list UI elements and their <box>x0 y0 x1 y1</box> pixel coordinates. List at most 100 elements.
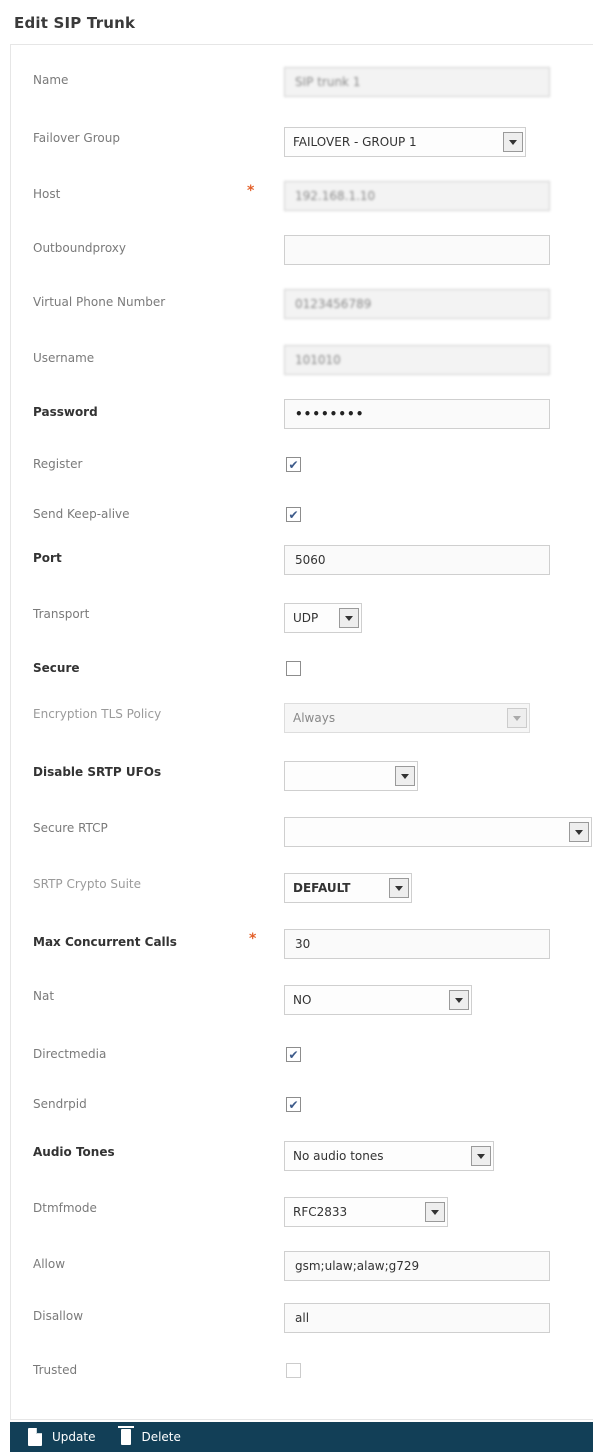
row-max-calls: Max Concurrent Calls * 30 <box>11 929 593 969</box>
virtual-phone-input[interactable]: 0123456789 <box>284 289 550 319</box>
directmedia-checkbox[interactable]: ✔ <box>286 1047 301 1062</box>
row-trusted: Trusted <box>11 1357 593 1397</box>
row-nat: Nat NO <box>11 983 593 1023</box>
max-calls-label: Max Concurrent Calls <box>33 935 177 949</box>
send-keep-alive-checkbox[interactable]: ✔ <box>286 507 301 522</box>
register-label: Register <box>33 457 83 471</box>
row-virtual-phone: Virtual Phone Number 0123456789 <box>11 289 593 329</box>
row-encryption-policy: Encryption TLS Policy Always <box>11 701 593 741</box>
host-input[interactable]: 192.168.1.10 <box>284 181 550 211</box>
nat-label: Nat <box>33 989 55 1003</box>
row-send-keep-alive: Send Keep-alive ✔ <box>11 501 593 541</box>
transport-label: Transport <box>33 607 90 621</box>
register-checkbox[interactable]: ✔ <box>286 457 301 472</box>
failover-group-select[interactable]: FAILOVER - GROUP 1 <box>284 127 526 157</box>
row-allow: Allow gsm;ulaw;alaw;g729 <box>11 1251 593 1291</box>
row-password: Password •••••••• <box>11 399 593 439</box>
row-sendrpid: Sendrpid ✔ <box>11 1091 593 1131</box>
audio-tones-select[interactable]: No audio tones <box>284 1141 494 1171</box>
chevron-down-icon[interactable] <box>569 822 589 842</box>
document-icon <box>28 1428 42 1446</box>
host-label: Host <box>33 187 61 201</box>
chevron-down-icon <box>507 708 527 728</box>
encryption-policy-select: Always <box>284 703 530 733</box>
password-label: Password <box>33 405 98 419</box>
update-label: Update <box>52 1430 96 1444</box>
delete-label: Delete <box>141 1430 181 1444</box>
port-input[interactable]: 5060 <box>284 545 550 575</box>
row-audio-tones: Audio Tones No audio tones <box>11 1139 593 1179</box>
trusted-label: Trusted <box>33 1363 78 1377</box>
update-button[interactable]: Update <box>28 1428 95 1446</box>
failover-group-label: Failover Group <box>33 131 120 145</box>
row-srtp-crypto: SRTP Crypto Suite DEFAULT <box>11 871 593 911</box>
srtp-crypto-label: SRTP Crypto Suite <box>33 877 141 891</box>
max-calls-input[interactable]: 30 <box>284 929 550 959</box>
disallow-input[interactable]: all <box>284 1303 550 1333</box>
name-input[interactable]: SIP trunk 1 <box>284 67 550 97</box>
username-input[interactable]: 101010 <box>284 345 550 375</box>
secure-label: Secure <box>33 661 80 675</box>
chevron-down-icon[interactable] <box>471 1146 491 1166</box>
secure-rtcp-label: Secure RTCP <box>33 821 108 835</box>
chevron-down-icon[interactable] <box>449 990 469 1010</box>
row-outbound-proxy: Outboundproxy <box>11 235 593 275</box>
secure-rtcp-select[interactable] <box>284 817 592 847</box>
disable-srtp-label: Disable SRTP UFOs <box>33 765 162 779</box>
srtp-crypto-value: DEFAULT <box>293 881 351 895</box>
row-port: Port 5060 <box>11 545 593 585</box>
required-asterisk-icon: * <box>249 931 257 947</box>
disallow-label: Disallow <box>33 1309 84 1323</box>
chevron-down-icon[interactable] <box>389 878 409 898</box>
row-host: Host * 192.168.1.10 <box>11 181 593 221</box>
nat-value: NO <box>293 993 312 1007</box>
sendrpid-checkbox[interactable]: ✔ <box>286 1097 301 1112</box>
audio-tones-label: Audio Tones <box>33 1145 115 1159</box>
dtmfmode-value: RFC2833 <box>293 1205 348 1219</box>
outbound-proxy-input[interactable] <box>284 235 550 265</box>
dtmfmode-label: Dtmfmode <box>33 1201 97 1215</box>
row-secure: Secure <box>11 655 593 695</box>
row-register: Register ✔ <box>11 451 593 491</box>
username-label: Username <box>33 351 95 365</box>
row-failover-group: Failover Group FAILOVER - GROUP 1 <box>11 125 593 165</box>
dtmfmode-select[interactable]: RFC2833 <box>284 1197 448 1227</box>
sendrpid-label: Sendrpid <box>33 1097 87 1111</box>
chevron-down-icon[interactable] <box>339 608 359 628</box>
outbound-proxy-label: Outboundproxy <box>33 241 127 255</box>
allow-input[interactable]: gsm;ulaw;alaw;g729 <box>284 1251 550 1281</box>
send-keep-alive-label: Send Keep-alive <box>33 507 130 521</box>
password-input[interactable]: •••••••• <box>284 399 550 429</box>
nat-select[interactable]: NO <box>284 985 472 1015</box>
row-disallow: Disallow all <box>11 1303 593 1343</box>
trusted-checkbox[interactable] <box>286 1363 301 1378</box>
row-username: Username 101010 <box>11 345 593 385</box>
encryption-policy-label: Encryption TLS Policy <box>33 707 162 721</box>
required-asterisk-icon: * <box>247 183 255 199</box>
row-directmedia: Directmedia ✔ <box>11 1041 593 1081</box>
sip-trunk-form: Name SIP trunk 1 Failover Group FAILOVER… <box>10 44 593 1420</box>
encryption-policy-value: Always <box>293 711 336 725</box>
virtual-phone-label: Virtual Phone Number <box>33 295 166 309</box>
page-title: Edit SIP Trunk <box>14 14 136 32</box>
secure-checkbox[interactable] <box>286 661 301 676</box>
srtp-crypto-select[interactable]: DEFAULT <box>284 873 412 903</box>
audio-tones-value: No audio tones <box>293 1149 384 1163</box>
chevron-down-icon[interactable] <box>395 766 415 786</box>
transport-value: UDP <box>293 611 319 625</box>
row-transport: Transport UDP <box>11 601 593 641</box>
action-bar: Update Delete <box>10 1422 593 1452</box>
directmedia-label: Directmedia <box>33 1047 107 1061</box>
chevron-down-icon[interactable] <box>425 1202 445 1222</box>
allow-label: Allow <box>33 1257 66 1271</box>
disable-srtp-select[interactable] <box>284 761 418 791</box>
chevron-down-icon[interactable] <box>503 132 523 152</box>
transport-select[interactable]: UDP <box>284 603 362 633</box>
row-name: Name SIP trunk 1 <box>11 67 593 107</box>
row-dtmfmode: Dtmfmode RFC2833 <box>11 1195 593 1235</box>
port-label: Port <box>33 551 62 565</box>
failover-group-value: FAILOVER - GROUP 1 <box>293 135 417 149</box>
delete-button[interactable]: Delete <box>117 1426 181 1445</box>
row-disable-srtp: Disable SRTP UFOs <box>11 759 593 799</box>
row-secure-rtcp: Secure RTCP <box>11 815 593 855</box>
